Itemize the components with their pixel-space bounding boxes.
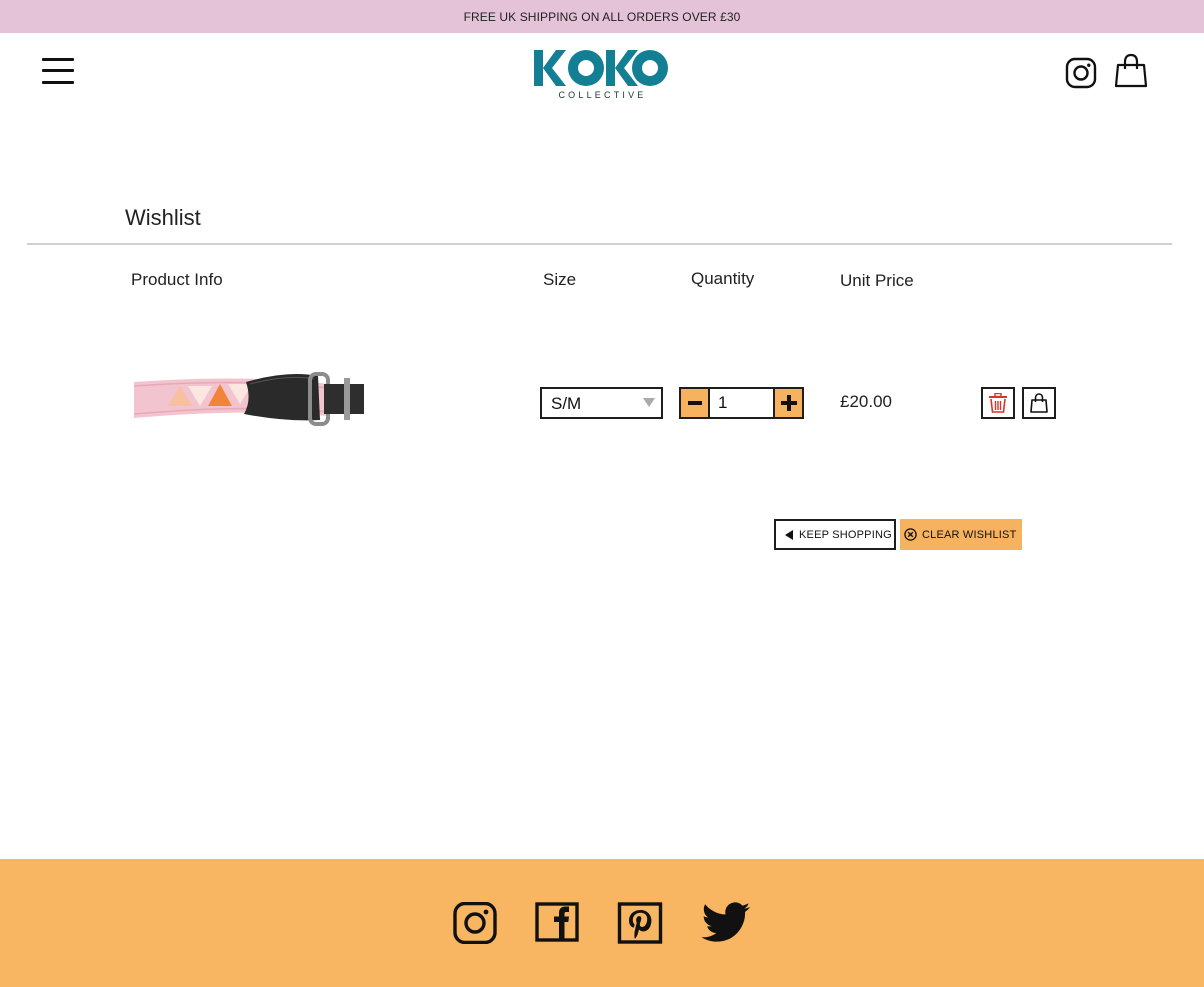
size-select[interactable]: S/M — [540, 387, 663, 419]
logo-subtext: COLLECTIVE — [558, 90, 647, 100]
menu-icon-line — [42, 81, 74, 84]
clear-wishlist-button[interactable]: CLEAR WISHLIST — [900, 519, 1022, 550]
trash-icon — [989, 393, 1007, 413]
footer-pinterest-link[interactable] — [617, 902, 663, 944]
keep-shopping-label: KEEP SHOPPING — [799, 528, 892, 541]
quantity-stepper — [679, 387, 804, 419]
collar-image — [133, 372, 364, 426]
twitter-icon — [701, 902, 750, 942]
promo-text: FREE UK SHIPPING ON ALL ORDERS OVER £30 — [463, 9, 741, 24]
product-image[interactable] — [128, 362, 370, 436]
column-header-product: Product Info — [131, 270, 223, 289]
footer-facebook-link[interactable] — [535, 902, 579, 942]
arrow-left-icon — [784, 529, 794, 540]
footer-twitter-link[interactable] — [700, 902, 752, 944]
footer — [0, 859, 1204, 987]
remove-item-button[interactable] — [981, 387, 1015, 419]
clear-wishlist-label: CLEAR WISHLIST — [922, 528, 1017, 541]
page-title: Wishlist — [125, 205, 201, 230]
column-header-unit-price: Unit Price — [840, 271, 914, 290]
shopping-bag-icon — [1030, 393, 1048, 413]
brand-logo[interactable]: COLLECTIVE — [534, 50, 668, 102]
plus-icon — [780, 395, 797, 411]
instagram-icon — [1065, 57, 1097, 89]
close-circle-icon — [904, 528, 917, 541]
keep-shopping-button[interactable]: KEEP SHOPPING — [774, 519, 896, 550]
instagram-icon — [453, 901, 497, 945]
pinterest-icon — [617, 902, 663, 944]
column-header-size: Size — [543, 270, 577, 289]
facebook-icon — [535, 902, 579, 942]
header-instagram-link[interactable] — [1065, 57, 1097, 89]
menu-icon-line — [42, 69, 74, 72]
size-selected-value: S/M — [551, 394, 582, 413]
quantity-decrease-button[interactable] — [681, 389, 710, 417]
cart-button[interactable] — [1114, 53, 1148, 89]
quantity-increase-button[interactable] — [773, 389, 802, 417]
column-header-quantity: Quantity — [691, 269, 755, 288]
unit-price: £20.00 — [840, 392, 892, 411]
menu-button[interactable] — [42, 55, 76, 87]
menu-icon-line — [42, 58, 74, 61]
add-to-cart-button[interactable] — [1022, 387, 1056, 419]
dropdown-caret-icon — [643, 398, 655, 407]
minus-icon — [687, 401, 702, 405]
shopping-bag-icon — [1114, 53, 1148, 88]
promo-bar: FREE UK SHIPPING ON ALL ORDERS OVER £30 — [0, 0, 1204, 33]
divider — [27, 243, 1172, 245]
quantity-input[interactable] — [712, 389, 770, 417]
footer-instagram-link[interactable] — [452, 901, 498, 945]
logo-mark — [534, 50, 668, 86]
